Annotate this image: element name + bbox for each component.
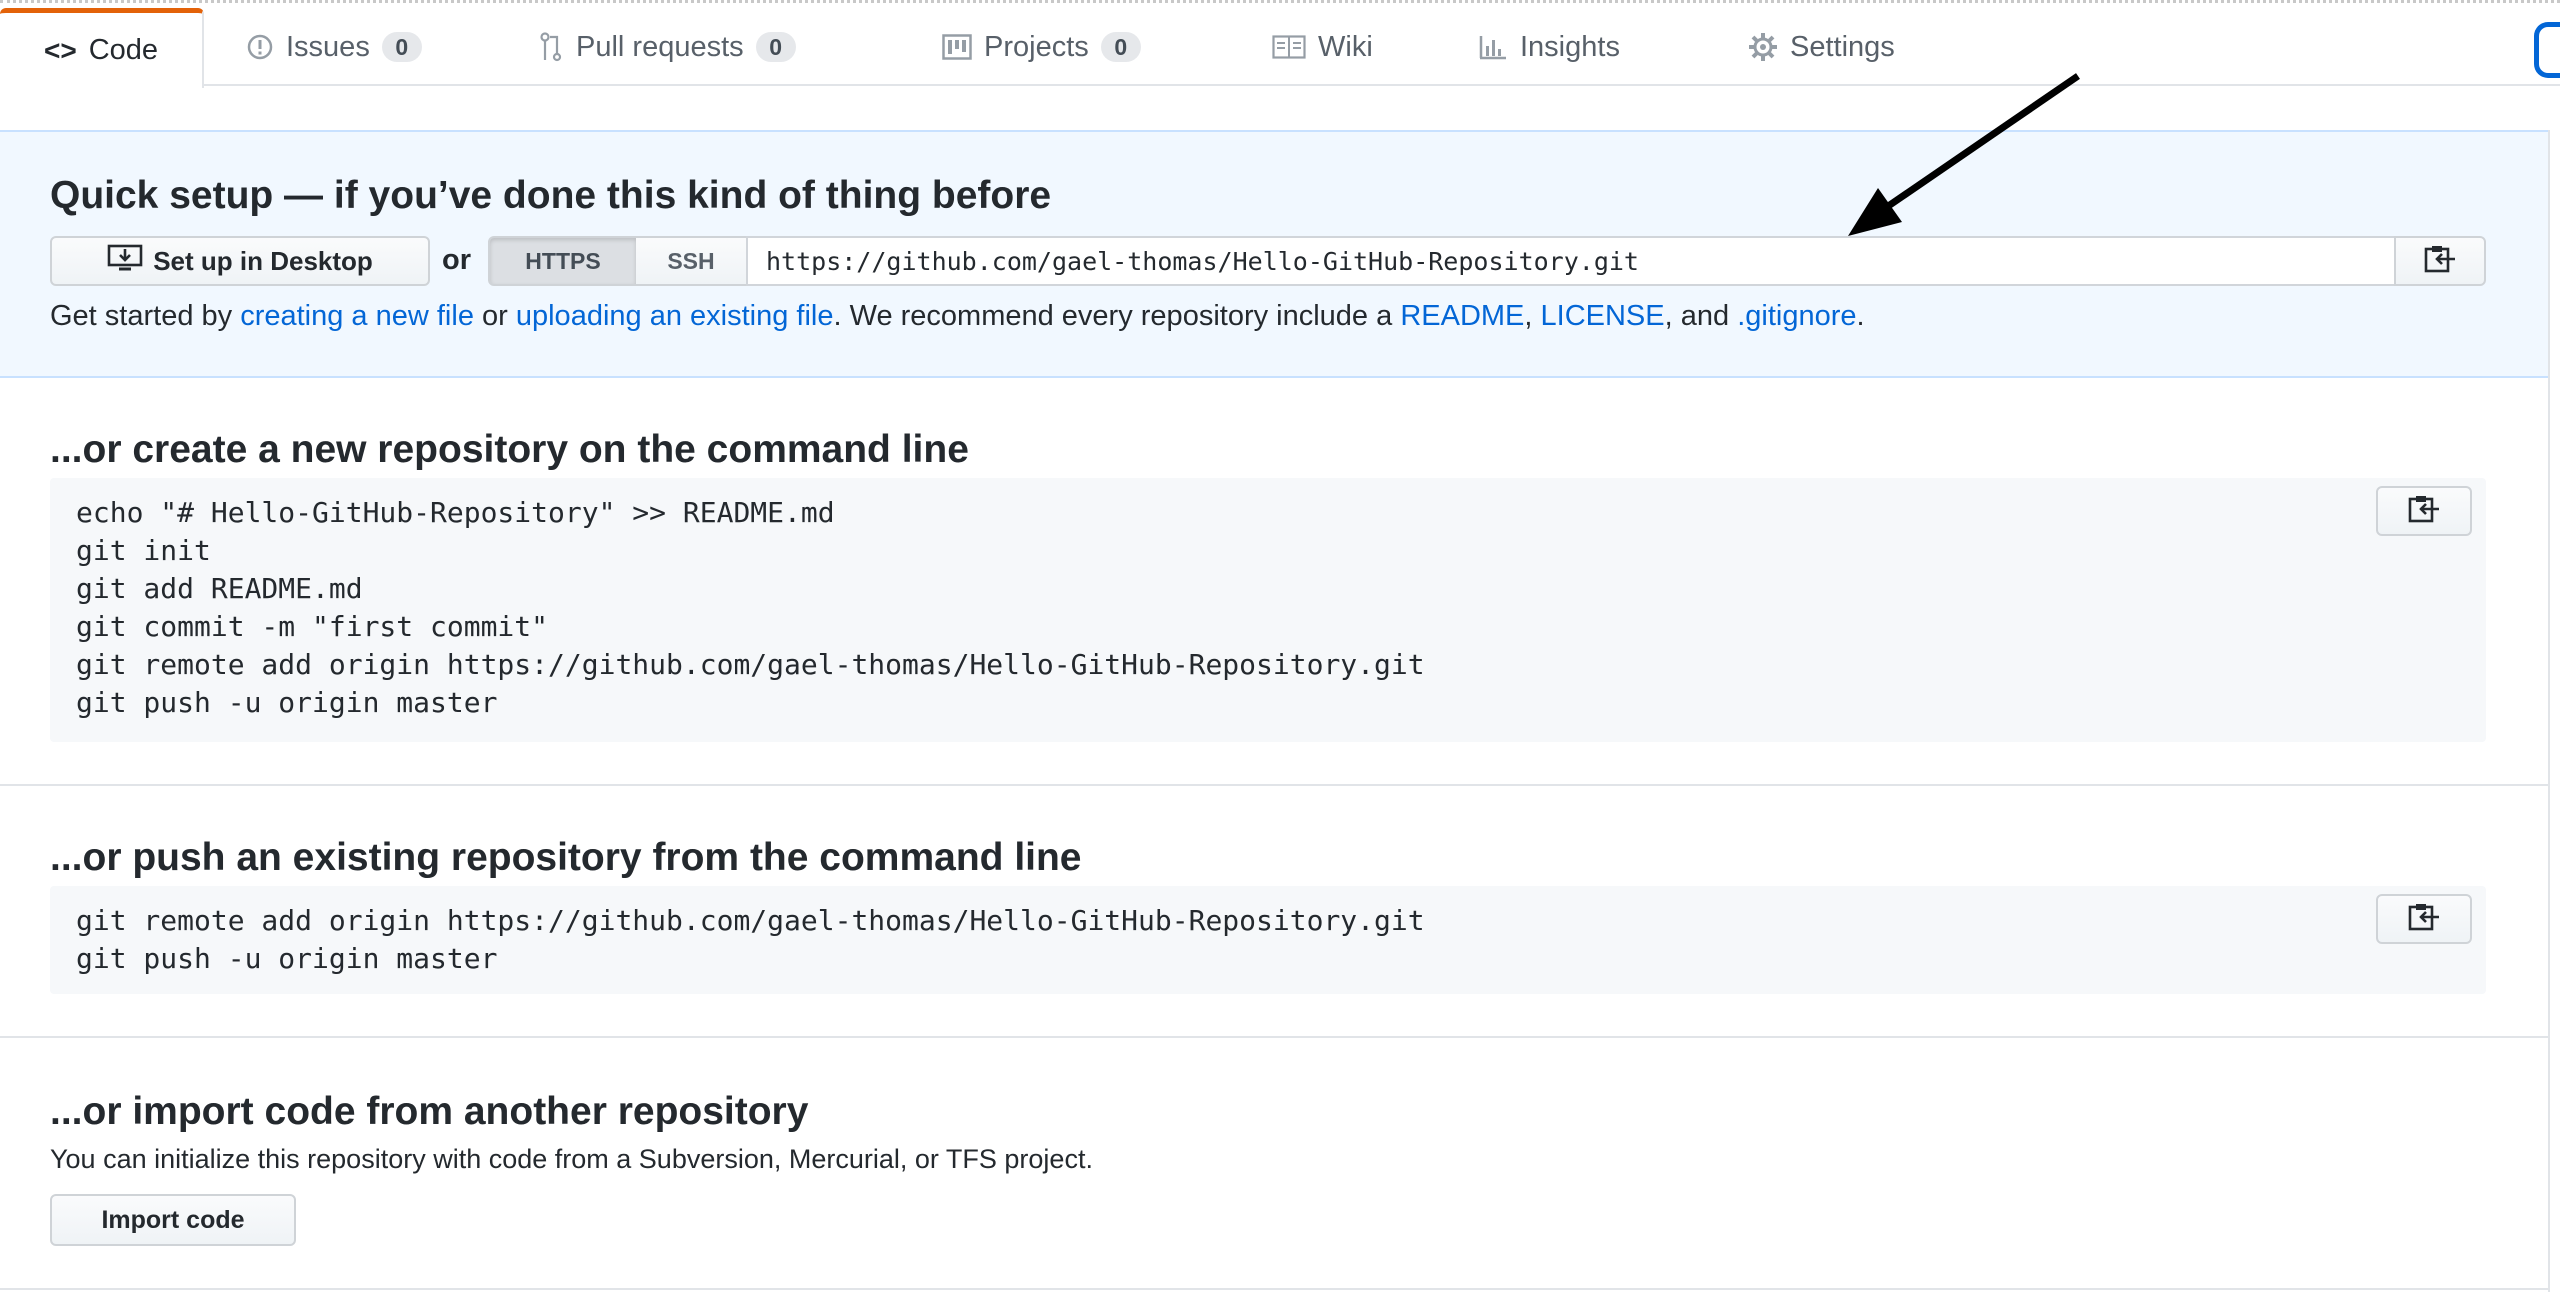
ssh-toggle[interactable]: SSH [636, 236, 748, 286]
code-line: echo "# Hello-GitHub-Repository" >> READ… [76, 496, 835, 529]
copy-clone-url-button[interactable] [2394, 236, 2486, 286]
issue-icon [246, 33, 274, 61]
clipboard-icon [2422, 244, 2458, 279]
book-icon [1272, 35, 1306, 59]
readme-link[interactable]: README [1400, 300, 1524, 332]
tab-code[interactable]: <> Code [0, 8, 204, 88]
desktop-download-icon [107, 244, 143, 279]
code-line: git add README.md [76, 572, 363, 605]
desc-mid: . We recommend every repository include … [833, 300, 1401, 332]
clipboard-icon [2406, 494, 2442, 529]
push-repo-code-block: git remote add origin https://github.com… [50, 886, 2486, 994]
create-repo-code-block: echo "# Hello-GitHub-Repository" >> READ… [50, 478, 2486, 742]
partial-edge-icon [2534, 22, 2560, 78]
clipboard-icon [2406, 902, 2442, 937]
or-separator: or [442, 244, 471, 276]
quick-setup-title: Quick setup — if you’ve done this kind o… [50, 174, 1052, 217]
code-line: git push -u origin master [76, 942, 498, 975]
uploading-existing-file-link[interactable]: uploading an existing file [516, 300, 834, 332]
tab-wiki[interactable]: Wiki [1272, 8, 1373, 86]
setup-in-desktop-button[interactable]: Set up in Desktop [50, 236, 430, 286]
page-bottom-border [0, 1288, 2550, 1290]
issues-counter: 0 [381, 32, 422, 62]
tab-issues-label: Issues [286, 30, 370, 63]
repository-page: <> Code Issues 0 Pull requests 0 Project… [0, 0, 2560, 1292]
creating-new-file-link[interactable]: creating a new file [240, 300, 474, 332]
import-code-title: ...or import code from another repositor… [50, 1090, 809, 1133]
repo-tab-bar: <> Code Issues 0 Pull requests 0 Project… [0, 8, 2560, 88]
import-code-description: You can initialize this repository with … [50, 1144, 1093, 1174]
create-repo-title: ...or create a new repository on the com… [50, 428, 969, 471]
code-line: git remote add origin https://github.com… [76, 904, 1425, 937]
code-line: git commit -m "first commit" [76, 610, 549, 643]
section-divider [0, 784, 2548, 786]
code-line: git push -u origin master [76, 686, 498, 719]
top-dotted-edge [0, 0, 2560, 4]
desc-end: . [1856, 300, 1865, 332]
setup-in-desktop-label: Set up in Desktop [153, 245, 373, 276]
projects-counter: 0 [1100, 32, 1141, 62]
import-code-button[interactable]: Import code [50, 1194, 296, 1246]
tab-insights-label: Insights [1520, 30, 1620, 63]
tab-code-label: Code [88, 34, 159, 66]
quick-setup-description: Get started by creating a new file or up… [50, 300, 1865, 333]
tab-pull-requests[interactable]: Pull requests 0 [540, 8, 796, 86]
copy-create-commands-button[interactable] [2376, 486, 2472, 536]
graph-icon [1478, 34, 1508, 60]
pull-request-icon [540, 32, 564, 62]
copy-push-commands-button[interactable] [2376, 894, 2472, 944]
tab-projects[interactable]: Projects 0 [942, 8, 1141, 86]
code-line: git remote add origin https://github.com… [76, 648, 1425, 681]
desc-or: or [473, 300, 516, 332]
section-divider [0, 1036, 2548, 1038]
license-link[interactable]: LICENSE [1541, 300, 1665, 332]
page-right-border [2548, 130, 2550, 1292]
project-icon [942, 34, 972, 60]
https-toggle[interactable]: HTTPS [488, 236, 638, 286]
pull-requests-counter: 0 [755, 32, 796, 62]
desc-comma: , [1524, 300, 1541, 332]
annotation-arrow [1848, 73, 2080, 236]
tab-projects-label: Projects [984, 30, 1089, 63]
tab-wiki-label: Wiki [1318, 30, 1373, 63]
code-icon: <> [43, 34, 77, 66]
gitignore-link[interactable]: .gitignore [1737, 300, 1856, 332]
tab-pull-requests-label: Pull requests [576, 30, 744, 63]
tab-insights[interactable]: Insights [1478, 8, 1620, 86]
desc-prefix: Get started by [50, 300, 241, 332]
push-repo-title: ...or push an existing repository from t… [50, 836, 1082, 879]
tab-settings-label: Settings [1790, 30, 1895, 63]
clone-url-input[interactable]: https://github.com/gael-thomas/Hello-Git… [746, 236, 2396, 286]
tab-issues[interactable]: Issues 0 [246, 8, 422, 86]
code-line: git init [76, 534, 211, 567]
gear-icon [1748, 32, 1778, 62]
desc-and: , and [1664, 300, 1738, 332]
